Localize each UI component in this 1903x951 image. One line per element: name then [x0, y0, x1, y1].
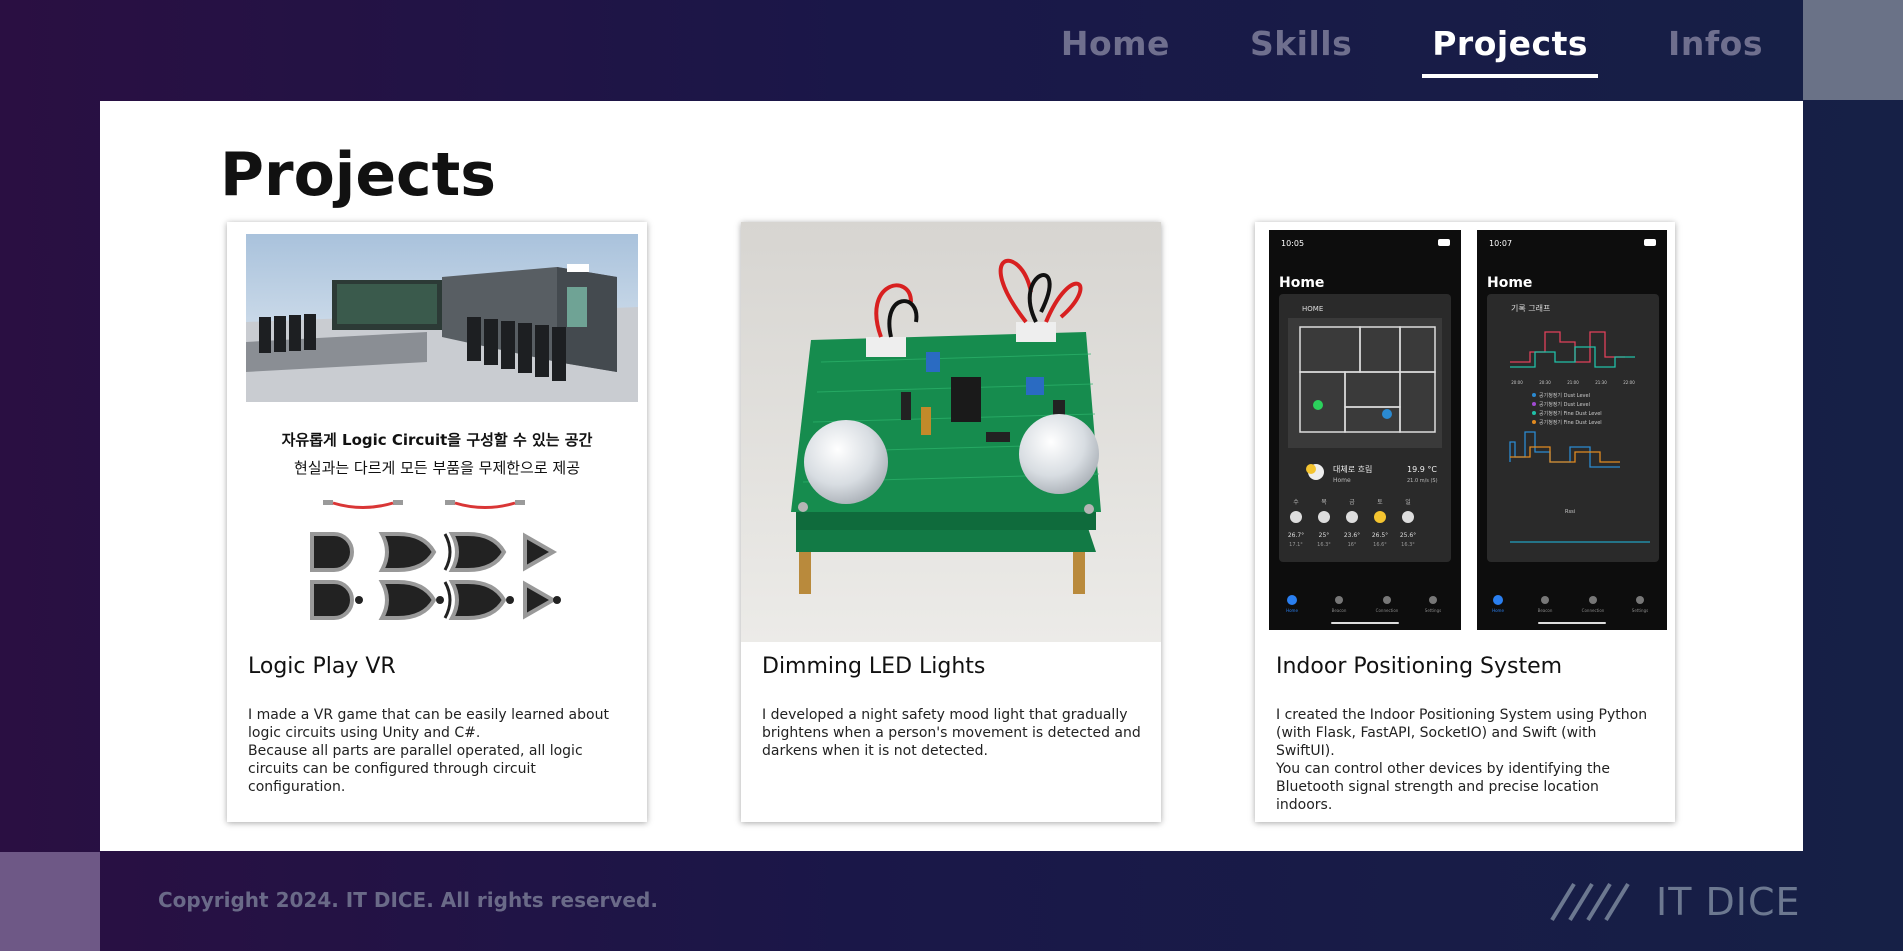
- svg-text:16.3°: 16.3°: [1401, 542, 1415, 548]
- page-title: Projects: [220, 140, 497, 210]
- project-title: Logic Play VR: [248, 654, 396, 679]
- svg-text:21.0 m/s (S): 21.0 m/s (S): [1407, 478, 1438, 484]
- svg-text:Beacon: Beacon: [1332, 608, 1347, 613]
- image-caption-line-2: 현실과는 다르게 모든 부품을 무제한으로 제공: [294, 459, 580, 477]
- phone-screenshot-home: 10:05 Home HOME 대체로 흐림 Home 19.9 °C 21.0…: [1269, 230, 1461, 630]
- svg-text:목: 목: [1321, 499, 1327, 506]
- svg-text:토: 토: [1377, 499, 1383, 506]
- nav-home[interactable]: Home: [1061, 0, 1170, 76]
- project-description: I made a VR game that can be easily lear…: [248, 707, 609, 795]
- svg-text:25.6°: 25.6°: [1400, 532, 1416, 539]
- svg-text:공기청정기 Fine Dust Level: 공기청정기 Fine Dust Level: [1539, 410, 1602, 417]
- svg-text:일: 일: [1405, 498, 1411, 506]
- svg-text:Settings: Settings: [1425, 608, 1441, 613]
- svg-text:22:00: 22:00: [1623, 380, 1635, 385]
- phone-screenshot-graph: 10:07 Home 기록 그래프 공기청정기 Dust Level 공기청정기…: [1477, 230, 1667, 630]
- svg-text:10:07: 10:07: [1489, 239, 1512, 248]
- svg-text:Home: Home: [1487, 275, 1532, 291]
- svg-text:Home: Home: [1286, 608, 1298, 613]
- svg-text:10:05: 10:05: [1281, 239, 1304, 248]
- svg-text:17.1°: 17.1°: [1289, 542, 1303, 548]
- svg-text:21:00: 21:00: [1567, 380, 1579, 385]
- svg-text:대체로 흐림: 대체로 흐림: [1333, 464, 1372, 474]
- svg-text:26.5°: 26.5°: [1372, 532, 1388, 539]
- project-description: I created the Indoor Positioning System …: [1276, 707, 1648, 813]
- svg-text:공기청정기 Dust Level: 공기청정기 Dust Level: [1539, 392, 1590, 399]
- svg-text:Home: Home: [1279, 275, 1324, 291]
- svg-text:Beacon: Beacon: [1538, 608, 1553, 613]
- project-card-dimming-led[interactable]: Dimming LED Lights I developed a night s…: [741, 222, 1161, 822]
- project-card-logic-play-vr[interactable]: 자유롭게 Logic Circuit을 구성할 수 있는 공간 현실과는 다르게…: [227, 222, 647, 822]
- svg-text:16°: 16°: [1348, 542, 1357, 548]
- corner-block: [0, 852, 100, 951]
- svg-text:금: 금: [1349, 499, 1355, 506]
- svg-text:26.7°: 26.7°: [1288, 532, 1304, 539]
- svg-text:Home: Home: [1492, 608, 1504, 613]
- svg-text:Connection: Connection: [1376, 608, 1399, 613]
- svg-text:16.6°: 16.6°: [1373, 542, 1387, 548]
- svg-text:Rssi: Rssi: [1565, 509, 1575, 515]
- svg-text:Settings: Settings: [1632, 608, 1648, 613]
- svg-text:공기청정기 Dust Level: 공기청정기 Dust Level: [1539, 401, 1590, 408]
- svg-text:21:30: 21:30: [1595, 380, 1607, 385]
- svg-text:23.6°: 23.6°: [1344, 532, 1360, 539]
- svg-text:공기청정기 Fine Dust Level: 공기청정기 Fine Dust Level: [1539, 419, 1602, 426]
- project-image: 자유롭게 Logic Circuit을 구성할 수 있는 공간 현실과는 다르게…: [227, 222, 647, 642]
- footer-copyright: Copyright 2024. IT DICE. All rights rese…: [158, 888, 658, 912]
- svg-text:수: 수: [1293, 499, 1299, 506]
- svg-text:20:30: 20:30: [1539, 380, 1551, 385]
- nav-infos[interactable]: Infos: [1668, 0, 1763, 76]
- corner-block: [1803, 0, 1903, 100]
- project-title: Indoor Positioning System: [1276, 654, 1563, 679]
- svg-text:Connection: Connection: [1582, 608, 1605, 613]
- site-logo[interactable]: IT DICE: [1548, 880, 1801, 924]
- slashes-logo-icon: [1550, 882, 1630, 922]
- svg-text:20:00: 20:00: [1511, 380, 1523, 385]
- svg-text:기록 그래프: 기록 그래프: [1511, 304, 1550, 313]
- svg-text:19.9 °C: 19.9 °C: [1407, 465, 1437, 474]
- nav-projects[interactable]: Projects: [1422, 0, 1598, 78]
- image-caption-line-1: 자유롭게 Logic Circuit을 구성할 수 있는 공간: [282, 431, 593, 449]
- svg-text:Home: Home: [1333, 477, 1351, 484]
- svg-text:16.3°: 16.3°: [1317, 542, 1331, 548]
- project-image: [741, 222, 1161, 642]
- top-nav: Home Skills Projects Infos: [981, 0, 1763, 100]
- svg-text:25°: 25°: [1319, 532, 1330, 539]
- project-image: 10:05 Home HOME 대체로 흐림 Home 19.9 °C 21.0…: [1255, 222, 1675, 642]
- nav-skills[interactable]: Skills: [1250, 0, 1352, 76]
- project-card-indoor-positioning[interactable]: 10:05 Home HOME 대체로 흐림 Home 19.9 °C 21.0…: [1255, 222, 1675, 822]
- project-description: I developed a night safety mood light th…: [762, 707, 1141, 759]
- svg-text:HOME: HOME: [1302, 305, 1323, 313]
- logo-text: IT DICE: [1656, 880, 1801, 924]
- project-title: Dimming LED Lights: [762, 654, 986, 679]
